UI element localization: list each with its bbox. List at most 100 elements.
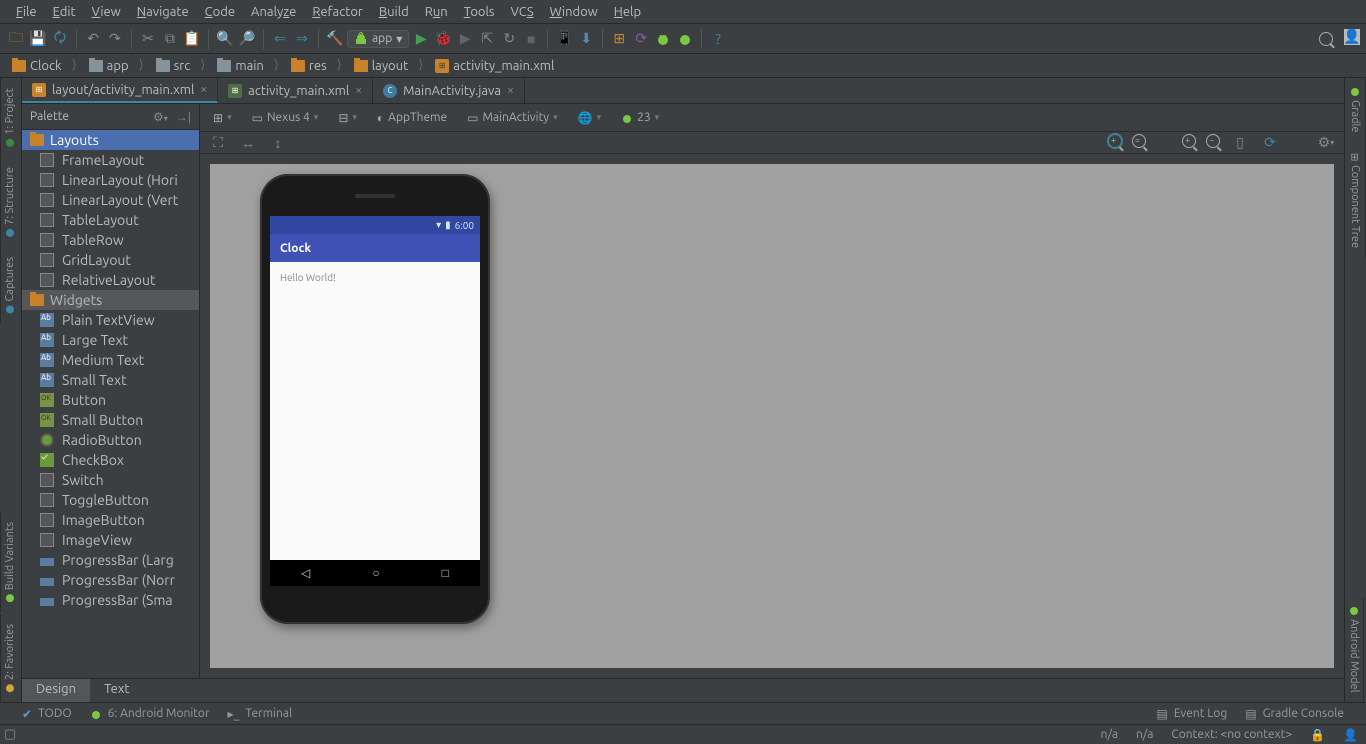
- redo-icon[interactable]: ↷: [105, 29, 125, 49]
- sdk-icon[interactable]: ⬇: [576, 29, 596, 49]
- resize-v-icon[interactable]: ↕: [268, 133, 288, 153]
- crumb-app[interactable]: app: [83, 58, 150, 73]
- tw-component-tree[interactable]: ⊞Component Tree: [1345, 143, 1366, 258]
- zoom-out-icon[interactable]: −: [1206, 134, 1220, 151]
- palette-item[interactable]: CheckBox: [22, 450, 199, 470]
- palette-item[interactable]: Switch: [22, 470, 199, 490]
- palette-list[interactable]: LayoutsFrameLayoutLinearLayout (HoriLine…: [22, 130, 199, 678]
- avd-icon[interactable]: 📱: [554, 29, 574, 49]
- palette-item[interactable]: TableLayout: [22, 210, 199, 230]
- open-icon[interactable]: 🗀: [6, 29, 26, 49]
- crumb-res[interactable]: res: [285, 58, 348, 73]
- crumb-layout[interactable]: layout: [348, 58, 430, 73]
- palette-item[interactable]: ImageButton: [22, 510, 199, 530]
- collapse-icon[interactable]: →|: [176, 110, 191, 124]
- attach-icon[interactable]: ⇱: [477, 29, 497, 49]
- tw-structure[interactable]: 7: Structure: [0, 157, 19, 247]
- palette-item[interactable]: RelativeLayout: [22, 270, 199, 290]
- menu-edit[interactable]: Edit: [45, 3, 84, 21]
- tw-gradle-console[interactable]: ▤Gradle Console: [1245, 707, 1344, 721]
- tw-terminal[interactable]: ▸_Terminal: [228, 707, 293, 721]
- palette-group-layouts[interactable]: Layouts: [22, 130, 199, 150]
- palette-item[interactable]: ProgressBar (Norr: [22, 570, 199, 590]
- cut-icon[interactable]: ✂: [138, 29, 158, 49]
- palette-group-widgets[interactable]: Widgets: [22, 290, 199, 310]
- viewport-dropdown[interactable]: ⊞: [208, 108, 237, 128]
- zoom-actual-icon[interactable]: =: [1132, 134, 1146, 151]
- toolwindows-icon[interactable]: ▢: [4, 727, 16, 742]
- close-icon[interactable]: ×: [200, 83, 207, 96]
- crumb-src[interactable]: src: [150, 58, 212, 73]
- lock-icon[interactable]: 🔒: [1310, 728, 1325, 742]
- run-config-dropdown[interactable]: app ▾: [347, 30, 409, 48]
- menu-view[interactable]: View: [84, 3, 129, 21]
- back-icon[interactable]: ⇐: [270, 29, 290, 49]
- tab-activity-main-xml[interactable]: ⊞ activity_main.xml ×: [218, 78, 373, 103]
- android-icon[interactable]: [653, 29, 673, 49]
- orientation-dropdown[interactable]: ⊟: [333, 108, 362, 128]
- menu-run[interactable]: Run: [417, 3, 456, 21]
- sync-icon[interactable]: 🗘: [50, 29, 70, 49]
- palette-item[interactable]: Large Text: [22, 330, 199, 350]
- android-icon-2[interactable]: [675, 29, 695, 49]
- close-icon[interactable]: ×: [355, 84, 362, 97]
- pan-icon[interactable]: ⛶: [208, 133, 228, 153]
- settings-icon[interactable]: ⚙▾: [1316, 133, 1336, 153]
- device-screen[interactable]: ▾ ▮ 6:00 Clock Hello World! ◁ ○: [270, 216, 480, 586]
- menu-tools[interactable]: Tools: [456, 3, 503, 21]
- locale-dropdown[interactable]: 🌐: [573, 108, 606, 128]
- zoom-in-icon[interactable]: +: [1182, 134, 1196, 151]
- activity-dropdown[interactable]: ▭ MainActivity: [462, 108, 563, 128]
- palette-item[interactable]: Medium Text: [22, 350, 199, 370]
- palette-item[interactable]: Small Text: [22, 370, 199, 390]
- debug-icon[interactable]: 🐞: [433, 29, 453, 49]
- sync-gradle-icon[interactable]: ⟳: [631, 29, 651, 49]
- tw-captures[interactable]: Captures: [0, 247, 19, 323]
- status-context[interactable]: Context: <no context>: [1171, 728, 1292, 741]
- menu-window[interactable]: Window: [542, 3, 606, 21]
- make-icon[interactable]: 🔨: [325, 29, 345, 49]
- menu-code[interactable]: Code: [197, 3, 243, 21]
- resize-h-icon[interactable]: ↔: [238, 133, 258, 153]
- palette-item[interactable]: LinearLayout (Hori: [22, 170, 199, 190]
- palette-item[interactable]: ProgressBar (Larg: [22, 550, 199, 570]
- palette-item[interactable]: GridLayout: [22, 250, 199, 270]
- tab-main-activity-java[interactable]: C MainActivity.java ×: [373, 78, 525, 103]
- tw-android-monitor[interactable]: 6: Android Monitor: [90, 707, 210, 720]
- palette-item[interactable]: RadioButton: [22, 430, 199, 450]
- palette-item[interactable]: Small Button: [22, 410, 199, 430]
- hector-icon[interactable]: 👤: [1343, 728, 1358, 742]
- palette-item[interactable]: Plain TextView: [22, 310, 199, 330]
- crumb-main[interactable]: main: [211, 58, 285, 73]
- close-icon[interactable]: ×: [507, 84, 514, 97]
- zoom-fit-icon[interactable]: +: [1108, 134, 1122, 151]
- palette-item[interactable]: ToggleButton: [22, 490, 199, 510]
- profile-icon[interactable]: ▶: [455, 29, 475, 49]
- copy-icon[interactable]: ⧉: [160, 29, 180, 49]
- refresh-icon[interactable]: ⟳: [1260, 133, 1280, 153]
- device-dropdown[interactable]: ▭ Nexus 4: [247, 108, 324, 128]
- restart-icon[interactable]: ↻: [499, 29, 519, 49]
- tw-project[interactable]: 1: Project: [0, 78, 19, 157]
- stop-icon[interactable]: ■: [521, 29, 541, 49]
- reset-icon[interactable]: ▯: [1230, 133, 1250, 153]
- tw-build-variants[interactable]: Build Variants: [0, 512, 19, 612]
- find-icon[interactable]: 🔍: [215, 29, 235, 49]
- designer-tab-text[interactable]: Text: [90, 679, 143, 702]
- tw-event-log[interactable]: ▤Event Log: [1157, 707, 1228, 721]
- api-dropdown[interactable]: 23: [616, 108, 664, 127]
- palette-item[interactable]: LinearLayout (Vert: [22, 190, 199, 210]
- menu-build[interactable]: Build: [371, 3, 417, 21]
- run-icon[interactable]: ▶: [411, 29, 431, 49]
- gear-icon[interactable]: ⚙▾: [153, 110, 168, 124]
- menu-file[interactable]: File: [8, 3, 45, 21]
- design-canvas[interactable]: ▾ ▮ 6:00 Clock Hello World! ◁ ○: [210, 164, 1334, 668]
- forward-icon[interactable]: ⇒: [292, 29, 312, 49]
- menu-navigate[interactable]: Navigate: [129, 3, 197, 21]
- structure-icon[interactable]: ⊞: [609, 29, 629, 49]
- palette-item[interactable]: FrameLayout: [22, 150, 199, 170]
- tab-layout-activity-main[interactable]: ⊞ layout/activity_main.xml ×: [22, 78, 218, 103]
- search-everywhere-icon[interactable]: [1316, 29, 1336, 49]
- help-icon[interactable]: ?: [708, 29, 728, 49]
- save-icon[interactable]: 💾: [28, 29, 48, 49]
